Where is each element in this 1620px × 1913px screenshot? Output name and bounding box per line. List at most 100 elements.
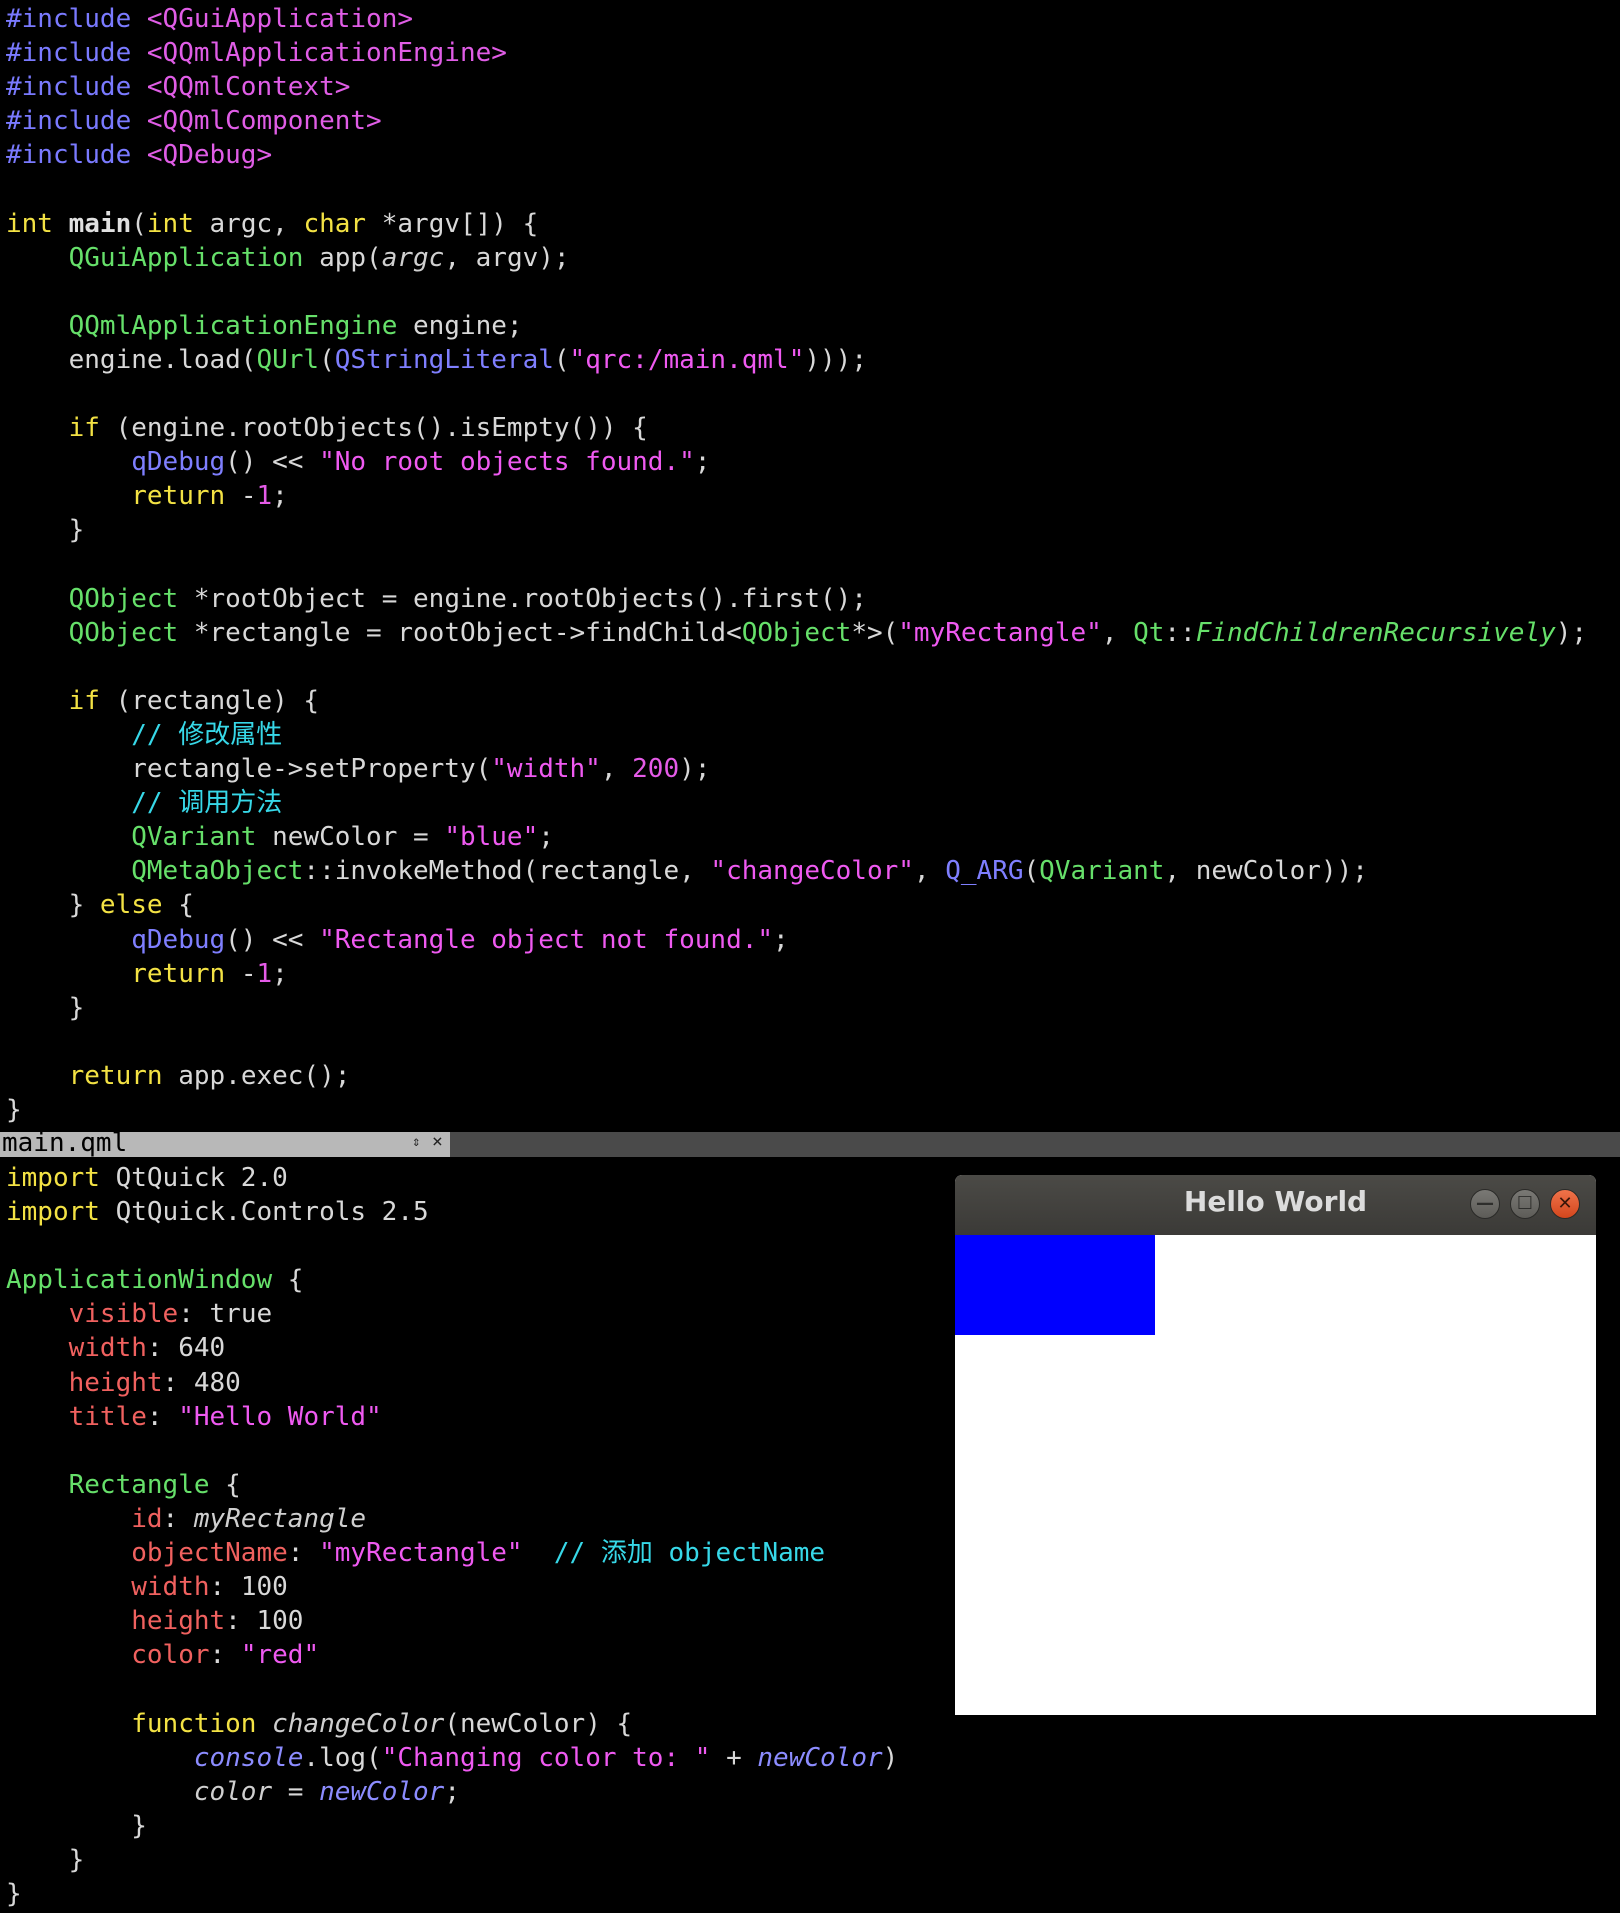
code-line: QQmlApplicationEngine engine; (6, 309, 1587, 343)
code-line: } (6, 991, 1587, 1025)
code-token: (rectangle) { (115, 685, 320, 716)
code-token: visible (68, 1299, 179, 1330)
code-line: qDebug() << "No root objects found."; (6, 445, 1587, 479)
code-token: QObject (741, 617, 852, 648)
maximize-icon: ☐ (1516, 1193, 1534, 1214)
code-token: newColor = (272, 822, 445, 853)
code-token: { (287, 1265, 304, 1296)
code-token: 200 (632, 754, 680, 785)
code-token: 1 (256, 958, 273, 989)
code-line: if (rectangle) { (6, 684, 1587, 718)
code-token: app( (319, 242, 382, 273)
code-line: QGuiApplication app(argc, argv); (6, 241, 1587, 275)
code-token: QGuiApplication (68, 242, 320, 273)
code-token: <QQmlContext> (146, 72, 351, 103)
code-token: <QQmlComponent> (146, 106, 382, 137)
code-token: ApplicationWindow (6, 1265, 288, 1296)
code-token: "myRectangle" (898, 617, 1102, 648)
code-token: : (146, 1401, 179, 1432)
window-client-area (955, 1235, 1596, 1715)
code-token: objectName (131, 1538, 288, 1569)
code-token: #include (6, 4, 147, 34)
code-token: : (162, 1503, 194, 1534)
code-token: int (146, 208, 210, 239)
code-token: :: (1164, 617, 1196, 648)
code-token: return (131, 481, 241, 512)
code-token: ; (272, 481, 288, 512)
code-line: engine.load(QUrl(QStringLiteral("qrc:/ma… (6, 343, 1587, 377)
code-line: QMetaObject::invokeMethod(rectangle, "ch… (6, 854, 1587, 888)
code-token: char (303, 208, 382, 239)
close-button[interactable]: ✕ (1550, 1189, 1580, 1219)
code-token: ( (131, 208, 147, 239)
hello-world-window[interactable]: Hello World — ☐ ✕ (955, 1175, 1596, 1715)
code-token: ::invokeMethod(rectangle, (303, 856, 711, 887)
code-token: ; (444, 1776, 460, 1807)
code-token: "Hello World" (178, 1401, 382, 1432)
window-titlebar[interactable]: Hello World — ☐ ✕ (955, 1175, 1596, 1235)
code-token: myRectangle (193, 1503, 367, 1534)
code-line: #include <QGuiApplication> (6, 2, 1587, 36)
cpp-code-area[interactable]: #include <QGuiApplication> #include <QQml… (6, 2, 1587, 1127)
code-token: import (6, 1197, 116, 1228)
code-line: id: myRectangle (6, 1502, 898, 1536)
code-line: return -1; (6, 479, 1587, 513)
cpp-editor-pane[interactable]: #include <QGuiApplication> #include <QQml… (0, 0, 1620, 1132)
code-token: : 480 (162, 1367, 241, 1398)
code-token: *rectangle = rootObject->findChild< (193, 617, 742, 648)
close-icon[interactable]: × (432, 1131, 443, 1152)
tab-main-qml[interactable]: main.qml ⇕ × (0, 1128, 450, 1158)
code-token: ))); (804, 344, 867, 375)
code-token: Qt (1133, 617, 1165, 648)
code-token: ; (773, 924, 789, 955)
code-token: import (6, 1163, 116, 1193)
code-token: "No root objects found." (319, 447, 695, 478)
tab-label: main.qml (2, 1128, 128, 1158)
code-line: height: 480 (6, 1366, 898, 1400)
code-token: QtQuick 2.0 (115, 1163, 288, 1193)
code-token: "Rectangle object not found." (319, 924, 774, 955)
code-line: int main(int argc, char *argv[]) { (6, 207, 1587, 241)
code-token: engine; (413, 310, 523, 341)
code-line: width: 100 (6, 1570, 898, 1604)
qml-code-area[interactable]: import QtQuick 2.0 import QtQuick.Control… (6, 1161, 898, 1911)
code-line: QObject *rectangle = rootObject->findChi… (6, 616, 1587, 650)
maximize-button[interactable]: ☐ (1510, 1189, 1540, 1219)
code-line: // 调用方法 (6, 786, 1587, 820)
scroll-arrows-icon[interactable]: ⇕ (412, 1134, 420, 1150)
code-token: 1 (256, 481, 273, 512)
code-line: import QtQuick 2.0 (6, 1161, 898, 1195)
code-token: return (131, 958, 241, 989)
minimize-button[interactable]: — (1470, 1189, 1500, 1219)
code-token: Q_ARG (945, 856, 1024, 887)
code-token: width (68, 1333, 147, 1364)
code-token: } (6, 1810, 147, 1841)
code-line: qDebug() << "Rectangle object not found.… (6, 923, 1587, 957)
code-token: *rootObject = engine.rootObjects().first… (193, 583, 867, 614)
code-token: "changeColor" (710, 856, 914, 887)
code-token: app.exec(); (178, 1060, 351, 1091)
code-line: #include <QDebug> (6, 138, 1587, 172)
code-token: () << (225, 924, 320, 955)
code-line: width: 640 (6, 1331, 898, 1365)
code-line: return -1; (6, 957, 1587, 991)
code-token: ; (272, 958, 288, 989)
